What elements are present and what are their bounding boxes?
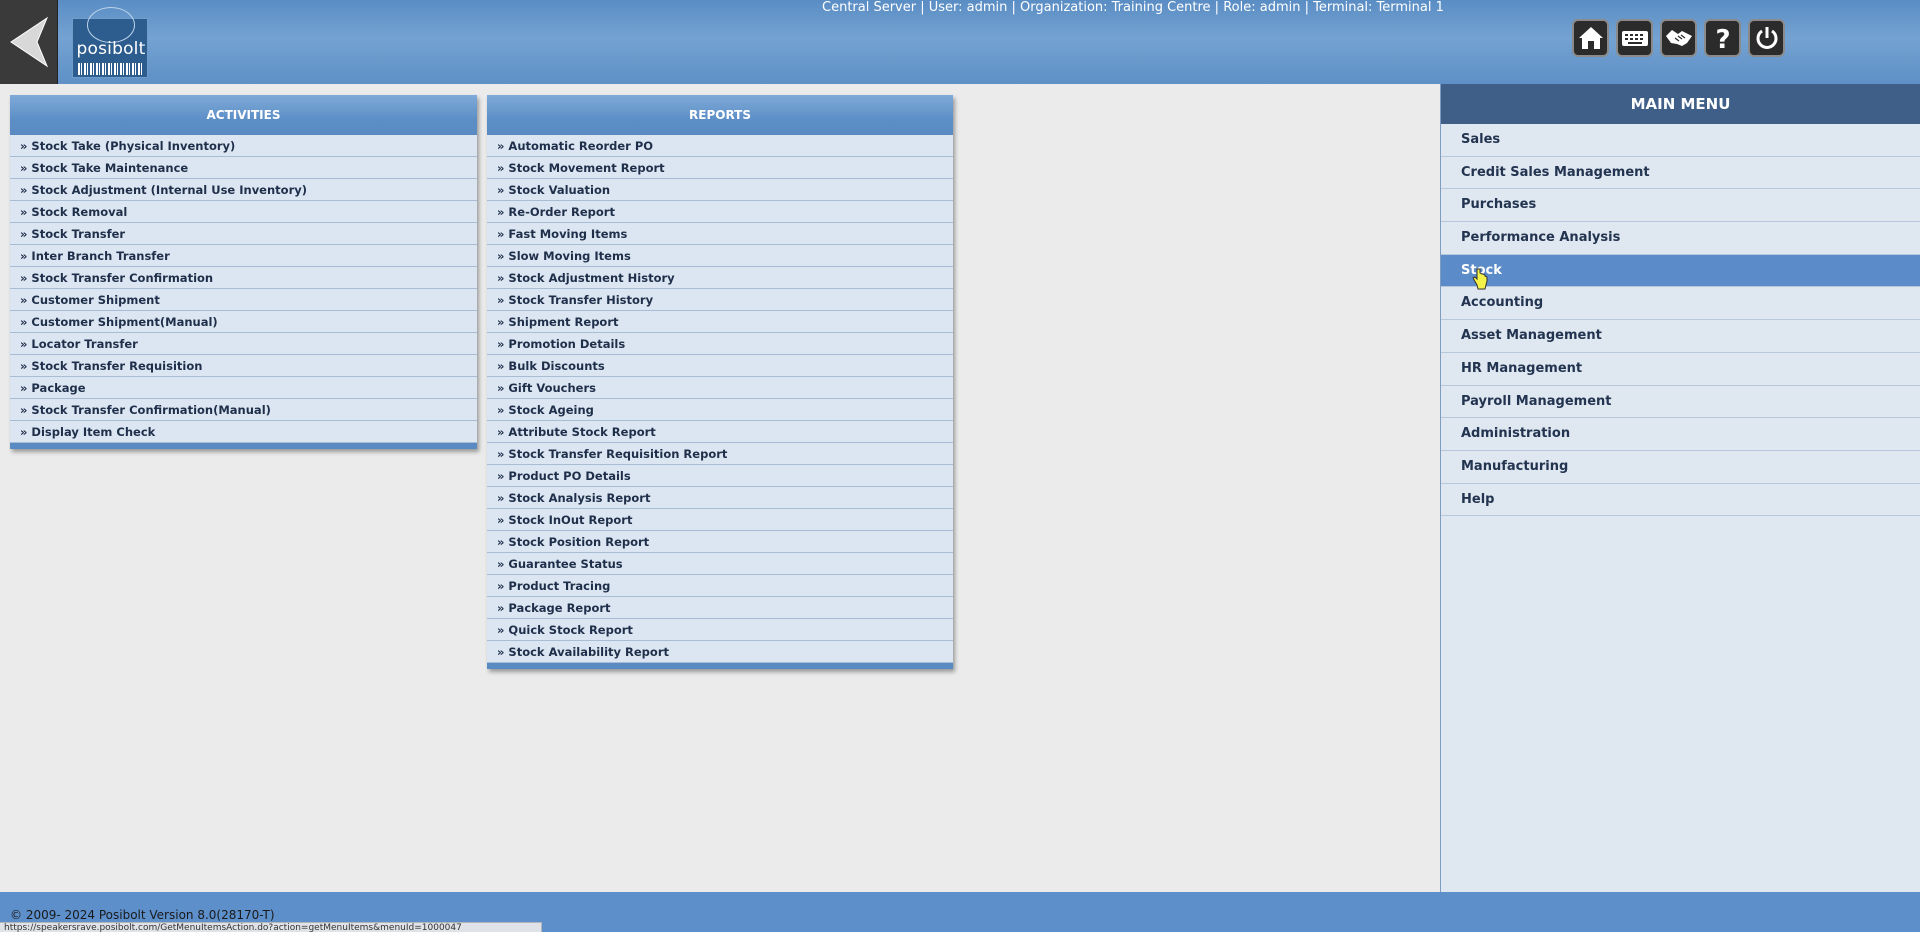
main-menu-item-performance-analysis[interactable]: Performance Analysis	[1441, 222, 1920, 255]
header-toolbar: ?	[1572, 19, 1785, 57]
report-item-stock-transfer-requisition-report[interactable]: » Stock Transfer Requisition Report	[487, 443, 953, 465]
logo-text: posibolt	[76, 39, 146, 59]
main-menu-item-hr-management[interactable]: HR Management	[1441, 353, 1920, 386]
power-icon	[1756, 27, 1777, 49]
status-bar-url: https://speakersrave.posibolt.com/GetMen…	[0, 922, 542, 932]
reports-panel: REPORTS » Automatic Reorder PO» Stock Mo…	[487, 95, 953, 669]
help-button[interactable]: ?	[1704, 19, 1741, 57]
report-item-gift-vouchers[interactable]: » Gift Vouchers	[487, 377, 953, 399]
report-item-product-tracing[interactable]: » Product Tracing	[487, 575, 953, 597]
main-menu-item-administration[interactable]: Administration	[1441, 418, 1920, 451]
copyright-text: © 2009- 2024 Posibolt Version 8.0(28170-…	[10, 908, 275, 922]
report-item-re-order-report[interactable]: » Re-Order Report	[487, 201, 953, 223]
activity-item-stock-transfer-requisition[interactable]: » Stock Transfer Requisition	[10, 355, 477, 377]
report-item-slow-moving-items[interactable]: » Slow Moving Items	[487, 245, 953, 267]
activities-list: » Stock Take (Physical Inventory)» Stock…	[10, 135, 477, 443]
activity-item-stock-transfer[interactable]: » Stock Transfer	[10, 223, 477, 245]
report-item-fast-moving-items[interactable]: » Fast Moving Items	[487, 223, 953, 245]
reports-title: REPORTS	[487, 95, 953, 135]
handshake-icon	[1665, 30, 1692, 46]
main-menu-item-asset-management[interactable]: Asset Management	[1441, 320, 1920, 353]
activity-item-stock-take-maintenance[interactable]: » Stock Take Maintenance	[10, 157, 477, 179]
keyboard-icon	[1621, 31, 1648, 46]
report-item-quick-stock-report[interactable]: » Quick Stock Report	[487, 619, 953, 641]
activity-item-locator-transfer[interactable]: » Locator Transfer	[10, 333, 477, 355]
home-button[interactable]	[1572, 19, 1609, 57]
report-item-package-report[interactable]: » Package Report	[487, 597, 953, 619]
main-menu-item-credit-sales-management[interactable]: Credit Sales Management	[1441, 157, 1920, 190]
app-header: posibolt Central Server | User: admin | …	[0, 0, 1920, 84]
back-arrow-icon	[9, 16, 48, 68]
report-item-stock-position-report[interactable]: » Stock Position Report	[487, 531, 953, 553]
main-menu-list: Sales Credit Sales Management Purchases Per…	[1441, 124, 1920, 517]
hand-cursor-icon	[1472, 268, 1488, 294]
report-item-product-po-details[interactable]: » Product PO Details	[487, 465, 953, 487]
report-item-stock-movement-report[interactable]: » Stock Movement Report	[487, 157, 953, 179]
report-item-attribute-stock-report[interactable]: » Attribute Stock Report	[487, 421, 953, 443]
main-menu-title: MAIN MENU	[1441, 84, 1920, 124]
back-button[interactable]	[0, 0, 58, 84]
main-menu-item-sales[interactable]: Sales	[1441, 124, 1920, 157]
report-item-stock-transfer-history[interactable]: » Stock Transfer History	[487, 289, 953, 311]
activity-item-display-item-check[interactable]: » Display Item Check	[10, 421, 477, 443]
activity-item-stock-transfer-confirmation-manual[interactable]: » Stock Transfer Confirmation(Manual)	[10, 399, 477, 421]
main-menu-item-accounting[interactable]: Accounting	[1441, 287, 1920, 321]
main-menu-item-payroll-management[interactable]: Payroll Management	[1441, 386, 1920, 419]
activity-item-package[interactable]: » Package	[10, 377, 477, 399]
report-item-stock-ageing[interactable]: » Stock Ageing	[487, 399, 953, 421]
reports-list: » Automatic Reorder PO» Stock Movement R…	[487, 135, 953, 663]
report-item-stock-inout-report[interactable]: » Stock InOut Report	[487, 509, 953, 531]
main-menu-item-manufacturing[interactable]: Manufacturing	[1441, 451, 1920, 484]
help-icon: ?	[1715, 25, 1730, 52]
activity-item-customer-shipment-manual[interactable]: » Customer Shipment(Manual)	[10, 311, 477, 333]
report-item-stock-availability-report[interactable]: » Stock Availability Report	[487, 641, 953, 663]
main-menu-item-help[interactable]: Help	[1441, 484, 1920, 517]
svg-text:?: ?	[1715, 25, 1730, 52]
activities-panel: ACTIVITIES » Stock Take (Physical Invent…	[10, 95, 477, 449]
main-menu-item-purchases[interactable]: Purchases	[1441, 189, 1920, 223]
activity-item-inter-branch-transfer[interactable]: » Inter Branch Transfer	[10, 245, 477, 267]
report-item-shipment-report[interactable]: » Shipment Report	[487, 311, 953, 333]
report-item-bulk-discounts[interactable]: » Bulk Discounts	[487, 355, 953, 377]
report-item-promotion-details[interactable]: » Promotion Details	[487, 333, 953, 355]
main-menu-item-stock[interactable]: Stock	[1441, 254, 1920, 288]
activity-item-stock-adjustment-internal-use-inventory[interactable]: » Stock Adjustment (Internal Use Invento…	[10, 179, 477, 201]
report-item-stock-adjustment-history[interactable]: » Stock Adjustment History	[487, 267, 953, 289]
activity-item-stock-take-physical-inventory[interactable]: » Stock Take (Physical Inventory)	[10, 135, 477, 157]
logout-button[interactable]	[1748, 19, 1785, 57]
report-item-automatic-reorder-po[interactable]: » Automatic Reorder PO	[487, 135, 953, 157]
barcode-graphic	[78, 63, 144, 75]
report-item-stock-analysis-report[interactable]: » Stock Analysis Report	[487, 487, 953, 509]
activities-title: ACTIVITIES	[10, 95, 477, 135]
home-icon	[1578, 27, 1603, 49]
activity-item-customer-shipment[interactable]: » Customer Shipment	[10, 289, 477, 311]
report-item-guarantee-status[interactable]: » Guarantee Status	[487, 553, 953, 575]
activity-item-stock-removal[interactable]: » Stock Removal	[10, 201, 477, 223]
report-item-stock-valuation[interactable]: » Stock Valuation	[487, 179, 953, 201]
handshake-button[interactable]	[1660, 19, 1697, 57]
keyboard-button[interactable]	[1616, 19, 1653, 57]
main-menu-panel: MAIN MENU Sales Credit Sales Management Pu…	[1440, 84, 1920, 892]
activity-item-stock-transfer-confirmation[interactable]: » Stock Transfer Confirmation	[10, 267, 477, 289]
session-info: Central Server | User: admin | Organizat…	[822, 0, 1444, 15]
posibolt-logo: posibolt	[72, 7, 148, 78]
